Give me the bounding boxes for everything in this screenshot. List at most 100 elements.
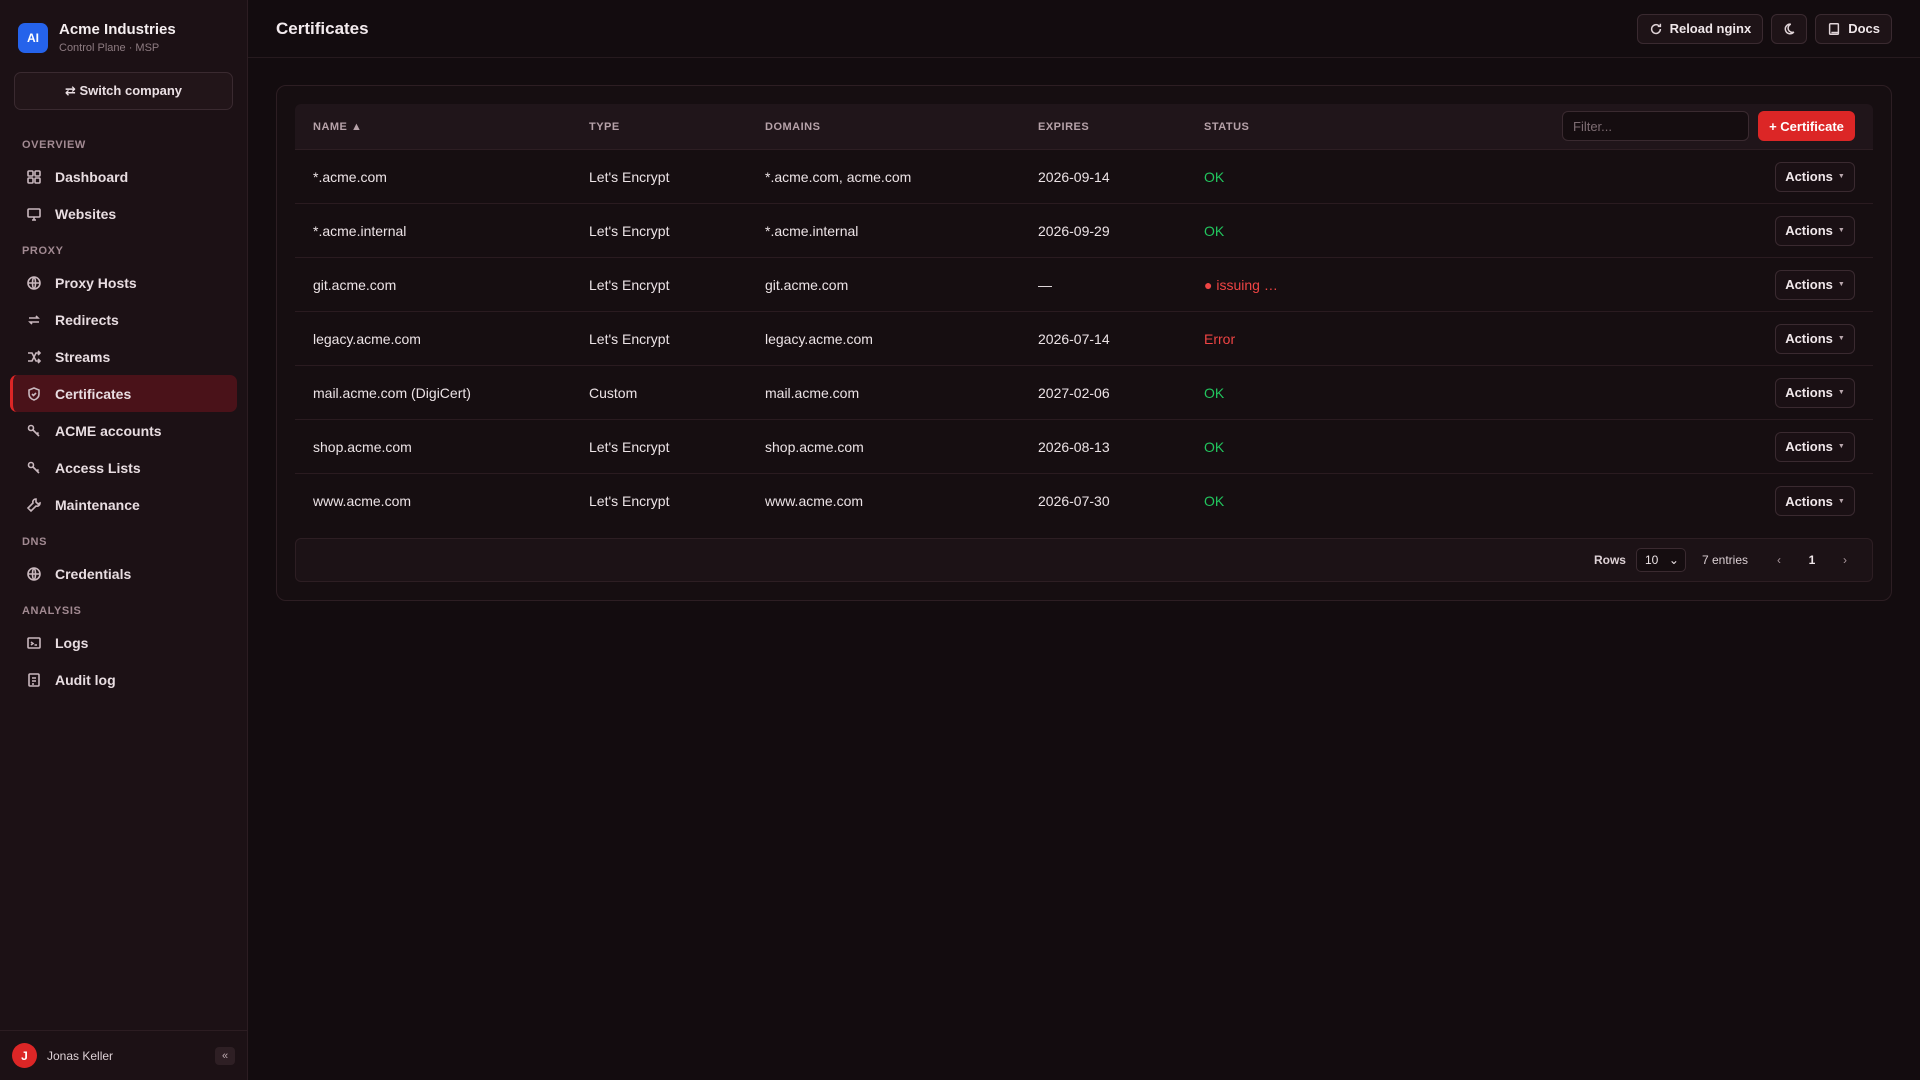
actions-label: Actions <box>1785 223 1833 238</box>
filter-input[interactable]: Filter... <box>1562 111 1749 141</box>
actions-button[interactable]: Actions ▼ <box>1775 323 1855 354</box>
actions-button[interactable]: Actions ▼ <box>1775 269 1855 300</box>
nav-section-analysis: ANALYSIS <box>22 605 82 617</box>
column-header-status[interactable]: STATUS <box>1204 121 1404 133</box>
caret-down-icon: ▼ <box>1837 335 1845 342</box>
actions-button[interactable]: Actions ▼ <box>1775 215 1855 246</box>
column-header-name[interactable]: NAME ▲ <box>295 121 589 133</box>
prev-page-button[interactable]: ‹ <box>1768 549 1790 571</box>
status-badge: OK <box>1204 168 1225 185</box>
sidebar-item-acme-accounts[interactable]: ACME accounts <box>10 412 237 449</box>
topbar: Certificates Reload nginx Docs <box>248 0 1920 58</box>
main-content: Certificates Reload nginx Docs NAME ▲ TY… <box>248 0 1920 1080</box>
nav-section-proxy: PROXY <box>22 245 64 257</box>
brand-logo: AI <box>18 23 48 53</box>
certificates-card: NAME ▲ TYPE DOMAINS EXPIRES STATUS Filte… <box>276 85 1892 601</box>
cell-domains: legacy.acme.com <box>765 330 873 347</box>
next-page-button[interactable]: › <box>1834 549 1856 571</box>
cell-expires: 2026-08-13 <box>1038 438 1110 455</box>
actions-button[interactable]: Actions ▼ <box>1775 161 1855 192</box>
cell-actions: Actions ▼ <box>1404 215 1873 246</box>
sidebar-item-label: Logs <box>55 634 89 651</box>
sidebar-item-maintenance[interactable]: Maintenance <box>10 486 237 523</box>
caret-down-icon: ▼ <box>1837 389 1845 396</box>
column-header-type[interactable]: TYPE <box>589 121 765 133</box>
cell-type: Let's Encrypt <box>589 222 670 239</box>
brand-text: Acme Industries Control Plane · MSP <box>59 21 176 56</box>
avatar[interactable]: J <box>12 1043 37 1068</box>
actions-button[interactable]: Actions ▼ <box>1775 486 1855 516</box>
cell-actions: Actions ▼ <box>1404 323 1873 354</box>
sidebar-item-access-lists[interactable]: Access Lists <box>10 449 237 486</box>
docs-button[interactable]: Docs <box>1815 13 1892 44</box>
cell-expires: 2027-02-06 <box>1038 384 1110 401</box>
page-title: Certificates <box>276 18 369 38</box>
app-root: AI Acme Industries Control Plane · MSP ⇄… <box>0 0 1920 1080</box>
key-icon <box>25 459 42 476</box>
cell-name: *.acme.com <box>313 168 387 185</box>
cell-expires: 2026-09-14 <box>1038 168 1110 185</box>
moon-icon <box>1784 22 1795 34</box>
status-badge: OK <box>1204 493 1225 509</box>
add-certificate-button[interactable]: + Certificate <box>1758 111 1855 141</box>
cell-actions: Actions ▼ <box>1404 269 1873 300</box>
column-header-domains[interactable]: DOMAINS <box>765 121 1038 133</box>
page-number[interactable]: 1 <box>1800 549 1824 571</box>
refresh-icon <box>1650 23 1661 34</box>
table-row: *.acme.internal Let's Encrypt *.acme.int… <box>295 204 1873 258</box>
caret-down-icon: ▼ <box>1837 227 1845 234</box>
terminal-icon <box>25 634 42 651</box>
entries-count: 7 entries <box>1701 553 1748 567</box>
status-badge: OK <box>1204 438 1225 455</box>
sidebar-item-label: Redirects <box>55 311 119 328</box>
monitor-icon <box>25 205 42 222</box>
certificates-table: NAME ▲ TYPE DOMAINS EXPIRES STATUS Filte… <box>295 104 1873 528</box>
actions-button[interactable]: Actions ▼ <box>1775 377 1855 408</box>
user-name[interactable]: Jonas Keller <box>47 1049 215 1063</box>
shuffle-icon <box>25 348 42 365</box>
table-row: git.acme.com Let's Encrypt git.acme.com … <box>295 258 1873 312</box>
sidebar-item-credentials[interactable]: Credentials <box>10 555 237 592</box>
brand-subtitle: Control Plane · MSP <box>59 41 160 54</box>
sidebar-nav: OVERVIEW Dashboard Websites PROXY Proxy … <box>0 132 247 698</box>
globe-icon <box>25 274 42 291</box>
caret-down-icon: ▼ <box>1837 497 1845 505</box>
sidebar-item-redirects[interactable]: Redirects <box>10 301 237 338</box>
sidebar-item-label: Proxy Hosts <box>55 274 137 291</box>
sidebar-item-audit-log[interactable]: Audit log <box>10 661 237 698</box>
caret-down-icon: ▼ <box>1837 281 1845 288</box>
table-row: legacy.acme.com Let's Encrypt legacy.acm… <box>295 312 1873 366</box>
reload-nginx-button[interactable]: Reload nginx <box>1636 13 1764 44</box>
rows-per-page-select[interactable]: 10 ⌄ <box>1635 548 1686 572</box>
sidebar-item-logs[interactable]: Logs <box>10 624 237 661</box>
cell-name: *.acme.internal <box>313 222 407 239</box>
cell-domains: *.acme.com, acme.com <box>765 168 912 185</box>
actions-button[interactable]: Actions ▼ <box>1775 431 1855 462</box>
collapse-sidebar-button[interactable]: « <box>215 1046 235 1065</box>
cell-domains: shop.acme.com <box>765 438 864 455</box>
cell-actions: Actions ▼ <box>1404 377 1873 408</box>
column-header-expires[interactable]: EXPIRES <box>1038 121 1204 133</box>
cell-expires: — <box>1038 276 1052 293</box>
sidebar-item-dashboard[interactable]: Dashboard <box>10 158 237 195</box>
docs-label: Docs <box>1848 21 1880 36</box>
dashboard-icon <box>25 168 42 185</box>
sidebar-item-label: Audit log <box>55 671 116 688</box>
cell-domains: *.acme.internal <box>765 222 859 239</box>
switch-company-button[interactable]: ⇄ Switch company <box>14 72 233 110</box>
clipboard-icon <box>25 671 42 688</box>
cell-actions: Actions ▼ <box>1404 161 1873 192</box>
status-badge: OK <box>1204 222 1225 239</box>
actions-label: Actions <box>1785 385 1833 400</box>
theme-toggle-button[interactable] <box>1771 13 1808 44</box>
table-body: *.acme.com Let's Encrypt *.acme.com, acm… <box>295 150 1873 528</box>
sidebar-item-websites[interactable]: Websites <box>10 195 237 232</box>
top-actions: Reload nginx Docs <box>1636 13 1892 44</box>
table-row: *.acme.com Let's Encrypt *.acme.com, acm… <box>295 150 1873 204</box>
sidebar-item-streams[interactable]: Streams <box>10 338 237 375</box>
cell-domains: git.acme.com <box>765 276 849 293</box>
sidebar-item-proxy-hosts[interactable]: Proxy Hosts <box>10 264 237 301</box>
sidebar-item-label: Credentials <box>55 565 132 582</box>
sidebar-item-certificates[interactable]: Certificates <box>10 375 237 412</box>
cell-expires: 2026-07-14 <box>1038 330 1110 347</box>
